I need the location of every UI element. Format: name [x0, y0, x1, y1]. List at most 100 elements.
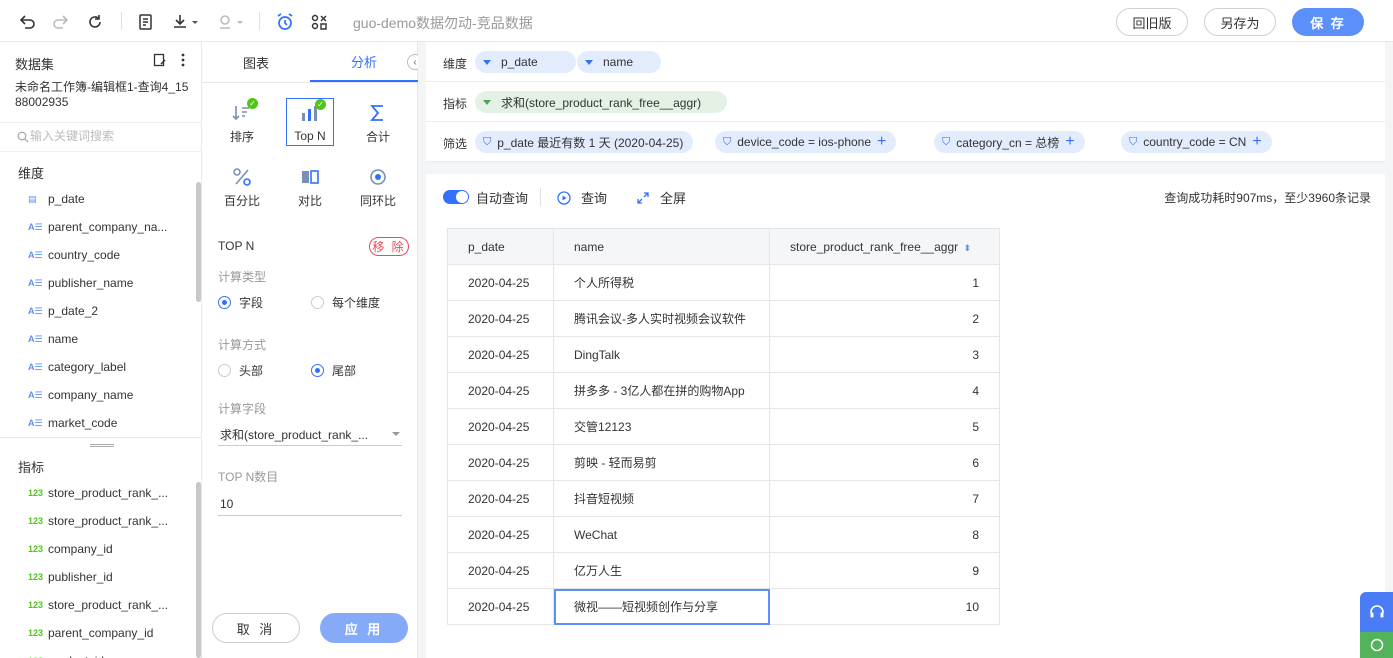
table-row[interactable]: 2020-04-25 腾讯会议-多人实时视频会议软件 2: [447, 300, 1000, 337]
metric-field[interactable]: 123 store_product_rank_...: [28, 483, 168, 503]
table-cell[interactable]: 2020-04-25: [447, 552, 554, 589]
filter-pill[interactable]: ⛉ country_code = CN +: [1121, 131, 1272, 153]
radio-field[interactable]: 字段: [218, 294, 263, 310]
table-cell[interactable]: 腾讯会议-多人实时视频会议软件: [553, 300, 770, 337]
dimension-pill[interactable]: p_date: [475, 51, 576, 73]
dimension-field[interactable]: A☰ company_name: [28, 385, 133, 405]
column-header[interactable]: name: [553, 228, 770, 265]
table-cell[interactable]: 亿万人生: [553, 552, 770, 589]
publish-icon[interactable]: [215, 11, 245, 33]
edit-dataset-icon[interactable]: [153, 53, 167, 67]
table-row[interactable]: 2020-04-25 交管12123 5: [447, 408, 1000, 445]
alarm-clock-icon[interactable]: [274, 11, 296, 33]
metric-field[interactable]: 123 company_id: [28, 539, 113, 559]
search-input[interactable]: [30, 129, 190, 143]
dimension-field[interactable]: A☰ country_code: [28, 245, 120, 265]
save-button[interactable]: 保 存: [1292, 8, 1364, 36]
table-cell[interactable]: 2020-04-25: [447, 588, 554, 625]
metrics-scrollbar[interactable]: [196, 482, 201, 658]
table-cell[interactable]: 2020-04-25: [447, 336, 554, 373]
remove-button[interactable]: 移 除: [369, 237, 409, 256]
tab-chart[interactable]: 图表: [202, 42, 310, 82]
table-cell[interactable]: 2020-04-25: [447, 300, 554, 337]
table-row[interactable]: 2020-04-25 剪映 - 轻而易剪 6: [447, 444, 1000, 481]
table-cell[interactable]: 剪映 - 轻而易剪: [553, 444, 770, 481]
filter-pill[interactable]: ⛉ p_date 最近有数 1 天 (2020-04-25): [475, 131, 694, 153]
metric-field[interactable]: 123 store_product_rank_...: [28, 595, 168, 615]
auto-query-toggle[interactable]: [443, 190, 469, 204]
table-cell[interactable]: 拼多多 - 3亿人都在拼的购物App: [553, 372, 770, 409]
fullscreen-button[interactable]: 全屏: [636, 188, 686, 207]
selected-table-cell[interactable]: 微视——短视频创作与分享: [553, 588, 770, 625]
table-cell[interactable]: 2020-04-25: [447, 444, 554, 481]
table-cell[interactable]: 个人所得税: [553, 264, 770, 301]
table-cell[interactable]: 4: [769, 372, 1000, 409]
table-cell[interactable]: 3: [769, 336, 1000, 373]
dimension-field[interactable]: A☰ publisher_name: [28, 273, 133, 293]
table-row[interactable]: 2020-04-25 WeChat 8: [447, 516, 1000, 553]
table-cell[interactable]: 5: [769, 408, 1000, 445]
table-cell[interactable]: 2020-04-25: [447, 372, 554, 409]
undo-icon[interactable]: [16, 11, 38, 33]
save-as-button[interactable]: 另存为: [1204, 8, 1276, 36]
period-compare-function[interactable]: 同环比: [354, 162, 402, 210]
total-function[interactable]: 合计: [354, 98, 402, 146]
table-row[interactable]: 2020-04-25 抖音短视频 7: [447, 480, 1000, 517]
chat-button[interactable]: [1360, 632, 1393, 658]
redo-icon[interactable]: [50, 11, 72, 33]
cancel-button[interactable]: 取 消: [212, 613, 300, 643]
support-button[interactable]: [1360, 592, 1393, 632]
add-icon[interactable]: +: [1065, 134, 1074, 150]
table-row[interactable]: 2020-04-25 DingTalk 3: [447, 336, 1000, 373]
percent-function[interactable]: 百分比: [218, 162, 266, 210]
dimension-field[interactable]: A☰ market_code: [28, 413, 117, 433]
sort-icon[interactable]: ⬍: [963, 243, 971, 253]
table-cell[interactable]: 10: [769, 588, 1000, 625]
metric-pill[interactable]: 求和(store_product_rank_free__aggr): [475, 91, 728, 113]
table-cell[interactable]: 2020-04-25: [447, 516, 554, 553]
apply-button[interactable]: 应 用: [320, 613, 408, 643]
revert-button[interactable]: 回旧版: [1116, 8, 1188, 36]
query-button[interactable]: 查询: [557, 188, 607, 207]
dimension-field[interactable]: A☰ p_date_2: [28, 301, 98, 321]
table-cell[interactable]: WeChat: [553, 516, 770, 553]
sort-function[interactable]: ✓ 排序: [218, 98, 266, 146]
table-cell[interactable]: 2: [769, 300, 1000, 337]
filter-pill[interactable]: ⛉ category_cn = 总榜 +: [934, 131, 1085, 153]
add-icon[interactable]: +: [877, 134, 886, 150]
table-cell[interactable]: DingTalk: [553, 336, 770, 373]
table-cell[interactable]: 7: [769, 480, 1000, 517]
table-cell[interactable]: 抖音短视频: [553, 480, 770, 517]
table-cell[interactable]: 交管12123: [553, 408, 770, 445]
table-cell[interactable]: 8: [769, 516, 1000, 553]
column-header[interactable]: store_product_rank_free__aggr ⬍: [769, 228, 1000, 265]
filter-pill[interactable]: ⛉ device_code = ios-phone +: [715, 131, 897, 153]
dimension-pill[interactable]: name: [577, 51, 662, 73]
table-cell[interactable]: 1: [769, 264, 1000, 301]
resize-handle[interactable]: [90, 444, 114, 447]
report-icon[interactable]: [135, 11, 157, 33]
scan-icon[interactable]: [308, 11, 330, 33]
download-icon[interactable]: [170, 11, 200, 33]
dimension-field[interactable]: A☰ name: [28, 329, 78, 349]
topn-count-input[interactable]: [218, 492, 402, 516]
table-cell[interactable]: 2020-04-25: [447, 264, 554, 301]
calc-field-select[interactable]: 求和(store_product_rank_...: [218, 424, 402, 446]
tab-analysis[interactable]: 分析: [310, 42, 418, 82]
dimension-field[interactable]: ▤ p_date: [28, 189, 85, 209]
dimension-field[interactable]: A☰ category_label: [28, 357, 126, 377]
radio-each-dimension[interactable]: 每个维度: [311, 294, 380, 310]
radio-tail[interactable]: 尾部: [311, 362, 356, 378]
add-icon[interactable]: +: [1252, 134, 1261, 150]
more-icon[interactable]: [180, 53, 186, 67]
table-row[interactable]: 2020-04-25 个人所得税 1: [447, 264, 1000, 301]
table-cell[interactable]: 6: [769, 444, 1000, 481]
radio-head[interactable]: 头部: [218, 362, 263, 378]
metric-field[interactable]: 123product_id: [28, 651, 104, 658]
topn-function[interactable]: ✓ Top N: [286, 98, 334, 146]
dimension-field[interactable]: A☰ parent_company_na...: [28, 217, 167, 237]
table-row[interactable]: 2020-04-25 微视——短视频创作与分享 10: [447, 588, 1000, 625]
table-cell[interactable]: 2020-04-25: [447, 408, 554, 445]
column-header[interactable]: p_date: [447, 228, 554, 265]
metric-field[interactable]: 123 publisher_id: [28, 567, 113, 587]
